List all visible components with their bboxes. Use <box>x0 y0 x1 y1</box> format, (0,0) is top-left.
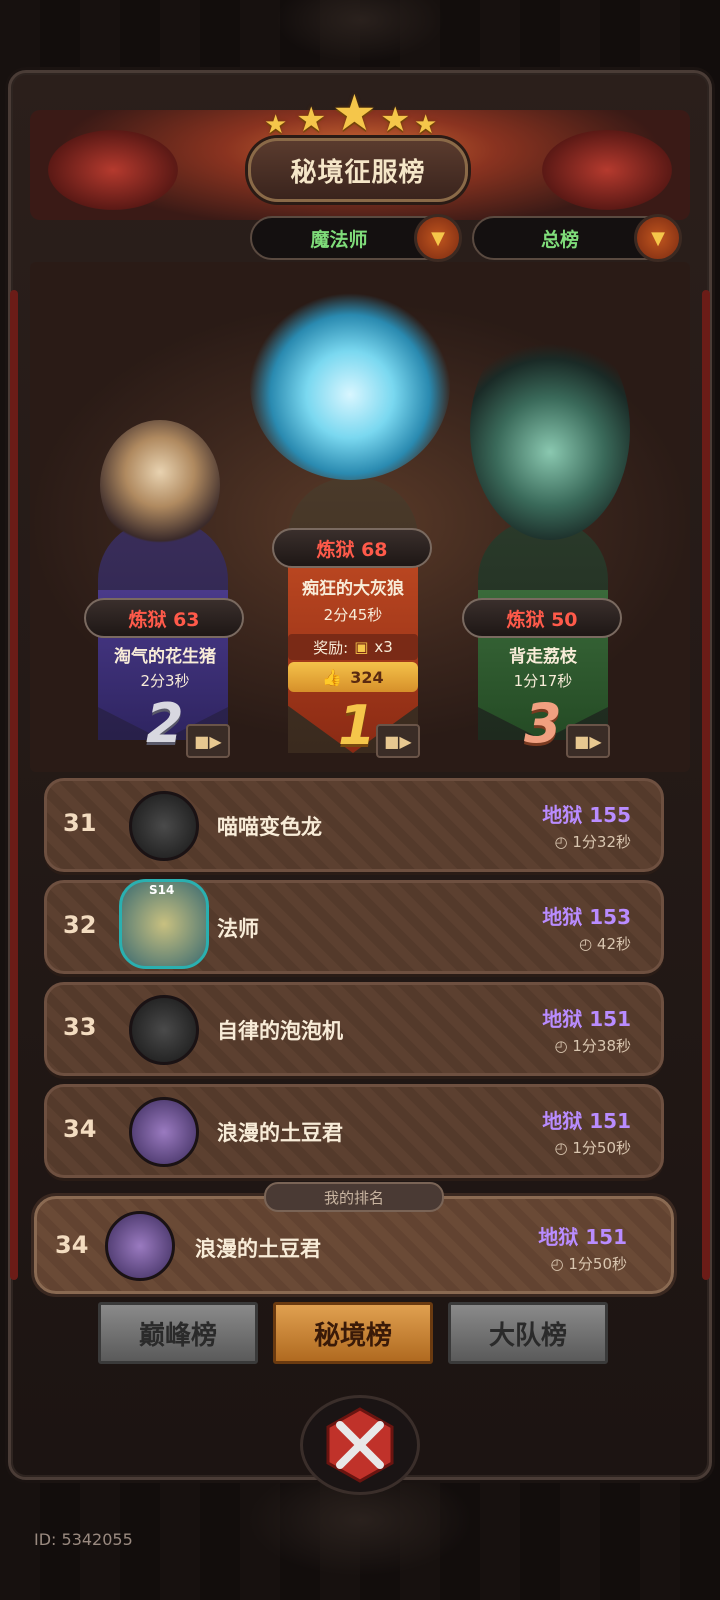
user-id: ID: 5342055 <box>34 1530 133 1549</box>
my-player-name: 浪漫的土豆君 <box>195 1237 321 1261</box>
star-icon: ★ <box>414 110 438 140</box>
class-dropdown[interactable]: 魔法师 ▼ <box>250 214 462 262</box>
tab-peak[interactable]: 巅峰榜 <box>98 1302 258 1364</box>
list-time: ◴ 1分38秒 <box>554 1037 632 1055</box>
list-item[interactable]: 32 S14 法师 地狱 153 ◴ 42秒 <box>44 879 664 974</box>
clock-icon: ◴ <box>579 935 597 953</box>
player-avatar-third[interactable] <box>470 320 630 540</box>
season-badge: S14 <box>149 883 175 897</box>
clock-icon: ◴ <box>550 1255 569 1273</box>
clock-icon: ◴ <box>554 1037 573 1055</box>
like-button[interactable]: 👍 324 <box>288 662 418 692</box>
player-avatar-first[interactable] <box>250 290 450 480</box>
list-player-name: 自律的泡泡机 <box>217 1019 343 1043</box>
podium-first-time: 2分45秒 <box>323 606 383 624</box>
scope-dropdown-value: 总榜 <box>540 228 579 251</box>
class-dropdown-value: 魔法师 <box>310 228 368 251</box>
list-rank: 33 <box>63 1013 97 1041</box>
avatar[interactable] <box>129 995 199 1065</box>
video-replay-icon[interactable]: ■▶ <box>566 724 610 758</box>
my-time: ◴ 1分50秒 <box>550 1255 628 1273</box>
left-frame-bar <box>10 290 18 1280</box>
list-item[interactable]: 33 自律的泡泡机 地狱 151 ◴ 1分38秒 <box>44 982 664 1076</box>
like-count: 324 <box>350 667 384 687</box>
podium-third-name: 背走荔枝 <box>509 647 577 667</box>
podium-second-level: 炼狱 63 <box>84 598 244 638</box>
clock-icon: ◴ <box>554 833 573 851</box>
thumbs-up-icon: 👍 <box>322 667 343 687</box>
page-title: 秘境征服榜 <box>248 138 468 202</box>
list-level: 地狱 151 <box>542 1109 631 1133</box>
star-icon: ★ <box>296 100 327 140</box>
player-avatar-second[interactable] <box>100 420 220 550</box>
avatar[interactable] <box>129 791 199 861</box>
podium-first-level: 炼狱 68 <box>272 528 432 568</box>
chevron-down-icon[interactable]: ▼ <box>634 214 682 262</box>
list-time: ◴ 42秒 <box>579 935 631 953</box>
my-rank-number: 34 <box>55 1231 89 1259</box>
scope-dropdown[interactable]: 总榜 ▼ <box>472 214 682 262</box>
list-level: 地狱 153 <box>542 905 631 929</box>
podium-third-rank: 3 <box>524 692 562 755</box>
right-frame-bar <box>702 290 710 1280</box>
my-level: 地狱 151 <box>538 1225 627 1249</box>
list-rank: 34 <box>63 1115 97 1143</box>
tab-team[interactable]: 大队榜 <box>448 1302 608 1364</box>
close-button[interactable] <box>300 1395 420 1495</box>
podium-first-rank: 1 <box>338 694 376 757</box>
my-rank-label: 我的排名 <box>264 1182 444 1212</box>
podium-second-name: 淘气的花生猪 <box>114 647 216 667</box>
list-player-name: 浪漫的土豆君 <box>217 1121 343 1145</box>
video-replay-icon[interactable]: ■▶ <box>186 724 230 758</box>
list-player-name: 喵喵变色龙 <box>217 815 322 839</box>
avatar[interactable] <box>129 1097 199 1167</box>
list-level: 地狱 155 <box>542 803 631 827</box>
list-level: 地狱 151 <box>542 1007 631 1031</box>
list-player-name: 法师 <box>217 917 259 941</box>
podium-second-time: 2分3秒 <box>140 672 190 690</box>
reward-count: x3 <box>374 638 393 656</box>
podium-second-rank: 2 <box>146 692 184 755</box>
star-icon: ★ <box>380 100 411 140</box>
video-replay-icon[interactable]: ■▶ <box>376 724 420 758</box>
podium-third-time: 1分17秒 <box>513 672 573 690</box>
list-time: ◴ 1分50秒 <box>554 1139 632 1157</box>
treasure-chest-icon: ▣ <box>354 638 369 656</box>
star-icon: ★ <box>264 110 288 140</box>
list-rank: 32 <box>63 911 97 939</box>
avatar[interactable] <box>105 1211 175 1281</box>
list-item[interactable]: 31 喵喵变色龙 地狱 155 ◴ 1分32秒 <box>44 778 664 872</box>
list-item[interactable]: 34 浪漫的土豆君 地狱 151 ◴ 1分50秒 <box>44 1084 664 1178</box>
podium-third-level: 炼狱 50 <box>462 598 622 638</box>
clock-icon: ◴ <box>554 1139 573 1157</box>
podium-first-name: 痴狂的大灰狼 <box>302 579 404 599</box>
chevron-down-icon[interactable]: ▼ <box>414 214 462 262</box>
list-rank: 31 <box>63 809 97 837</box>
star-rating: ★ ★ ★ ★ ★ <box>262 84 442 142</box>
reward-info: 奖励: ▣ x3 <box>288 634 418 660</box>
close-icon <box>326 1407 394 1483</box>
tab-secret-realm[interactable]: 秘境榜 <box>273 1302 433 1364</box>
list-time: ◴ 1分32秒 <box>554 833 632 851</box>
star-icon: ★ <box>332 84 377 142</box>
reward-label: 奖励: <box>313 638 349 657</box>
